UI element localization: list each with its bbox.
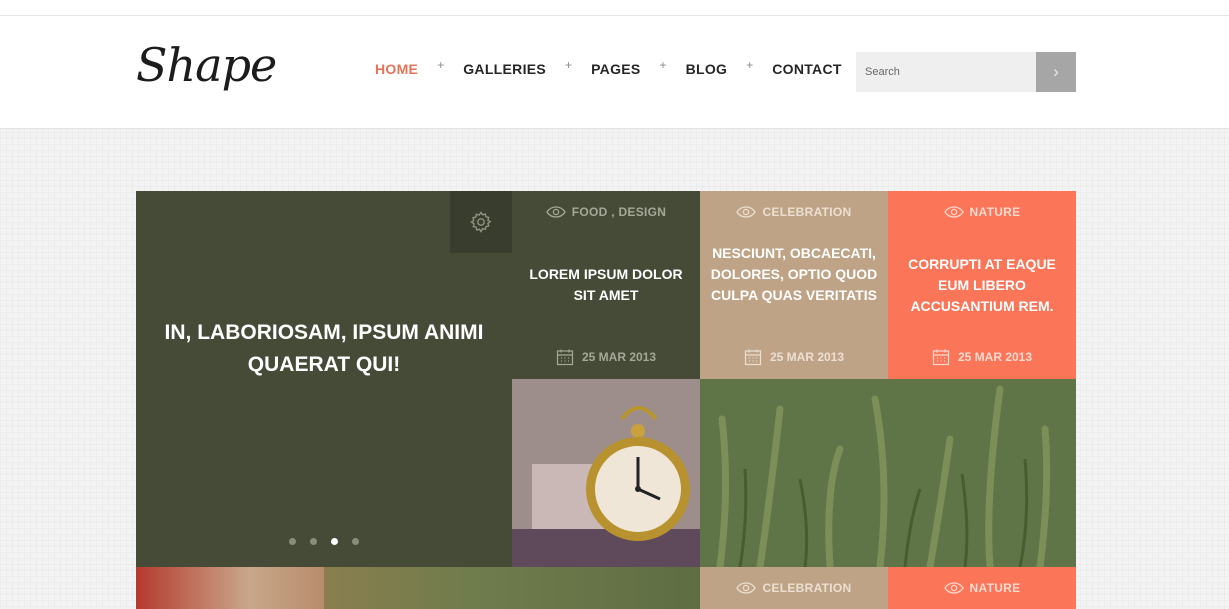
search-input[interactable] bbox=[856, 52, 1036, 92]
card-category: FOOD , DESIGN bbox=[512, 205, 700, 219]
slider-dot[interactable] bbox=[289, 538, 296, 545]
wheat-field-image[interactable] bbox=[700, 379, 1076, 567]
card-category: CELEBRATION bbox=[700, 205, 888, 219]
card-date: 25 MAR 2013 bbox=[700, 348, 888, 366]
card-date: 25 MAR 2013 bbox=[888, 348, 1076, 366]
slider-dot-active[interactable] bbox=[331, 538, 338, 545]
card-date-label: 25 MAR 2013 bbox=[957, 350, 1033, 364]
card-category-label[interactable]: NATURE bbox=[970, 581, 1021, 595]
post-card-celebration[interactable]: CELEBRATION NESCIUNT, OBCAECATI, DOLORES… bbox=[700, 191, 888, 379]
site-logo[interactable]: Shape bbox=[136, 38, 277, 92]
nav-item-blog[interactable]: BLOG bbox=[686, 61, 728, 77]
post-card-nature[interactable]: NATURE CORRUPTI AT EAQUE EUM LIBERO ACCU… bbox=[888, 191, 1076, 379]
eye-icon bbox=[736, 206, 757, 218]
card-title[interactable]: CORRUPTI AT EAQUE EUM LIBERO ACCUSANTIUM… bbox=[888, 254, 1076, 317]
nav-separator: + bbox=[565, 58, 573, 72]
nav-item-pages[interactable]: PAGES bbox=[591, 61, 640, 77]
card-category-label[interactable]: CELEBRATION bbox=[762, 205, 851, 219]
eye-icon bbox=[545, 206, 566, 218]
main-nav: HOME + GALLERIES + PAGES + BLOG + CONTAC… bbox=[375, 58, 842, 77]
eye-icon bbox=[736, 582, 757, 594]
slider-dot[interactable] bbox=[352, 538, 359, 545]
chevron-right-icon: › bbox=[1053, 62, 1059, 81]
nav-item-galleries[interactable]: GALLERIES bbox=[463, 61, 546, 77]
nav-item-home[interactable]: HOME bbox=[375, 61, 418, 77]
top-strip bbox=[0, 0, 1229, 16]
pocket-watch-image[interactable] bbox=[512, 379, 700, 567]
card-category: CELEBRATION bbox=[700, 581, 888, 595]
card-category: NATURE bbox=[888, 205, 1076, 219]
gift-image[interactable] bbox=[136, 567, 324, 609]
card-title[interactable]: NESCIUNT, OBCAECATI, DOLORES, OPTIO QUOD… bbox=[700, 243, 888, 306]
nav-separator: + bbox=[659, 58, 667, 72]
eye-icon bbox=[943, 206, 964, 218]
search-box: › bbox=[856, 52, 1076, 92]
search-button[interactable]: › bbox=[1036, 52, 1076, 92]
pocket-watch-illustration bbox=[512, 379, 700, 567]
slider-dot[interactable] bbox=[310, 538, 317, 545]
hero-slider[interactable]: IN, LABORIOSAM, IPSUM ANIMI QUAERAT QUI! bbox=[136, 191, 512, 567]
eye-icon bbox=[943, 582, 964, 594]
calendar-icon bbox=[744, 349, 762, 366]
site-header: Shape HOME + GALLERIES + PAGES + BLOG + … bbox=[0, 16, 1229, 129]
featured-grid: IN, LABORIOSAM, IPSUM ANIMI QUAERAT QUI!… bbox=[136, 191, 1076, 609]
nav-separator: + bbox=[437, 58, 445, 72]
card-date: 25 MAR 2013 bbox=[512, 348, 700, 366]
gear-icon bbox=[470, 211, 492, 233]
hero-title[interactable]: IN, LABORIOSAM, IPSUM ANIMI QUAERAT QUI! bbox=[136, 317, 512, 381]
nav-item-contact[interactable]: CONTACT bbox=[772, 61, 842, 77]
nav-separator: + bbox=[746, 58, 754, 72]
card-title[interactable]: LOREM IPSUM DOLOR SIT AMET bbox=[512, 264, 700, 306]
post-card-celebration-2[interactable]: CELEBRATION bbox=[700, 567, 888, 609]
settings-button[interactable] bbox=[450, 191, 512, 253]
card-category-label[interactable]: NATURE bbox=[970, 205, 1021, 219]
calendar-icon bbox=[556, 349, 574, 366]
card-category-label[interactable]: CELEBRATION bbox=[762, 581, 851, 595]
post-card-nature-2[interactable]: NATURE bbox=[888, 567, 1076, 609]
slider-dots bbox=[136, 538, 512, 545]
card-category-label[interactable]: FOOD , DESIGN bbox=[572, 205, 667, 219]
card-date-label: 25 MAR 2013 bbox=[581, 350, 657, 364]
landscape-image[interactable] bbox=[324, 567, 700, 609]
post-card-food-design[interactable]: FOOD , DESIGN LOREM IPSUM DOLOR SIT AMET… bbox=[512, 191, 700, 379]
wheat-illustration bbox=[700, 379, 1076, 567]
card-category: NATURE bbox=[888, 581, 1076, 595]
card-date-label: 25 MAR 2013 bbox=[769, 350, 845, 364]
calendar-icon bbox=[932, 349, 950, 366]
